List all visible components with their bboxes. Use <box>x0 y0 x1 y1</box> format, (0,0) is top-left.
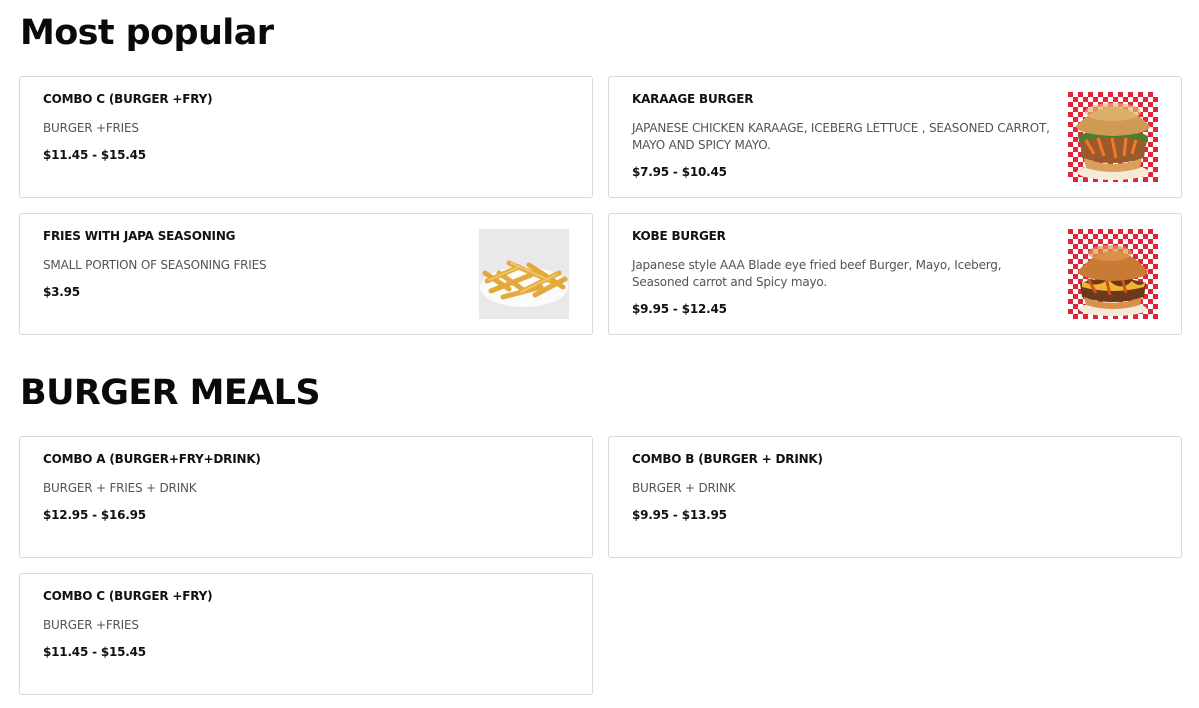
item-description: BURGER + DRINK <box>632 481 736 495</box>
item-name: COMBO B (BURGER + DRINK) <box>632 452 823 466</box>
item-name: COMBO C (BURGER +FRY) <box>43 92 213 106</box>
item-description: JAPANESE CHICKEN KARAAGE, ICEBERG LETTUC… <box>632 121 1050 152</box>
item-description: SMALL PORTION OF SEASONING FRIES <box>43 258 267 272</box>
item-price: $11.45 - $15.45 <box>43 645 146 659</box>
item-price: $9.95 - $12.45 <box>632 302 727 316</box>
fries-photo <box>479 229 569 319</box>
item-name: FRIES WITH JAPA SEASONING <box>43 229 236 243</box>
most-popular-grid: COMBO C (BURGER +FRY) BURGER +FRIES $11.… <box>19 76 1182 335</box>
item-name: KOBE BURGER <box>632 229 726 243</box>
menu-item-card[interactable]: COMBO A (BURGER+FRY+DRINK) BURGER + FRIE… <box>19 436 593 558</box>
item-name: COMBO A (BURGER+FRY+DRINK) <box>43 452 261 466</box>
menu-item-info: KARAAGE BURGER JAPANESE CHICKEN KARAAGE,… <box>632 92 1053 179</box>
menu-item-info: COMBO C (BURGER +FRY) BURGER +FRIES $11.… <box>43 92 569 162</box>
menu-item-card[interactable]: COMBO C (BURGER +FRY) BURGER +FRIES $11.… <box>19 573 593 695</box>
menu-item-card[interactable]: COMBO B (BURGER + DRINK) BURGER + DRINK … <box>608 436 1182 558</box>
section-title-burger-meals: BURGER MEALS <box>20 373 321 413</box>
menu-item-card[interactable]: KARAAGE BURGER JAPANESE CHICKEN KARAAGE,… <box>608 76 1182 198</box>
menu-item-card[interactable]: KOBE BURGER Japanese style AAA Blade eye… <box>608 213 1182 335</box>
item-price: $7.95 - $10.45 <box>632 165 727 179</box>
item-price: $11.45 - $15.45 <box>43 148 146 162</box>
karaage-burger-photo <box>1068 92 1158 182</box>
kobe-burger-photo <box>1068 229 1158 319</box>
item-name: COMBO C (BURGER +FRY) <box>43 589 213 603</box>
item-price: $12.95 - $16.95 <box>43 508 146 522</box>
item-description: BURGER +FRIES <box>43 618 139 632</box>
section-title-most-popular: Most popular <box>20 13 274 53</box>
menu-item-info: KOBE BURGER Japanese style AAA Blade eye… <box>632 229 1053 316</box>
menu-item-info: COMBO A (BURGER+FRY+DRINK) BURGER + FRIE… <box>43 452 569 522</box>
menu-item-info: COMBO B (BURGER + DRINK) BURGER + DRINK … <box>632 452 1158 522</box>
item-description: BURGER + FRIES + DRINK <box>43 481 197 495</box>
burger-meals-grid: COMBO A (BURGER+FRY+DRINK) BURGER + FRIE… <box>19 436 1182 695</box>
item-description: BURGER +FRIES <box>43 121 139 135</box>
item-description: Japanese style AAA Blade eye fried beef … <box>632 258 1002 289</box>
item-price: $9.95 - $13.95 <box>632 508 727 522</box>
menu-item-info: FRIES WITH JAPA SEASONING SMALL PORTION … <box>43 229 464 299</box>
item-price: $3.95 <box>43 285 80 299</box>
menu-item-info: COMBO C (BURGER +FRY) BURGER +FRIES $11.… <box>43 589 569 659</box>
menu-item-card[interactable]: COMBO C (BURGER +FRY) BURGER +FRIES $11.… <box>19 76 593 198</box>
item-name: KARAAGE BURGER <box>632 92 754 106</box>
menu-page: Most popular COMBO C (BURGER +FRY) BURGE… <box>0 0 1199 708</box>
menu-item-card[interactable]: FRIES WITH JAPA SEASONING SMALL PORTION … <box>19 213 593 335</box>
